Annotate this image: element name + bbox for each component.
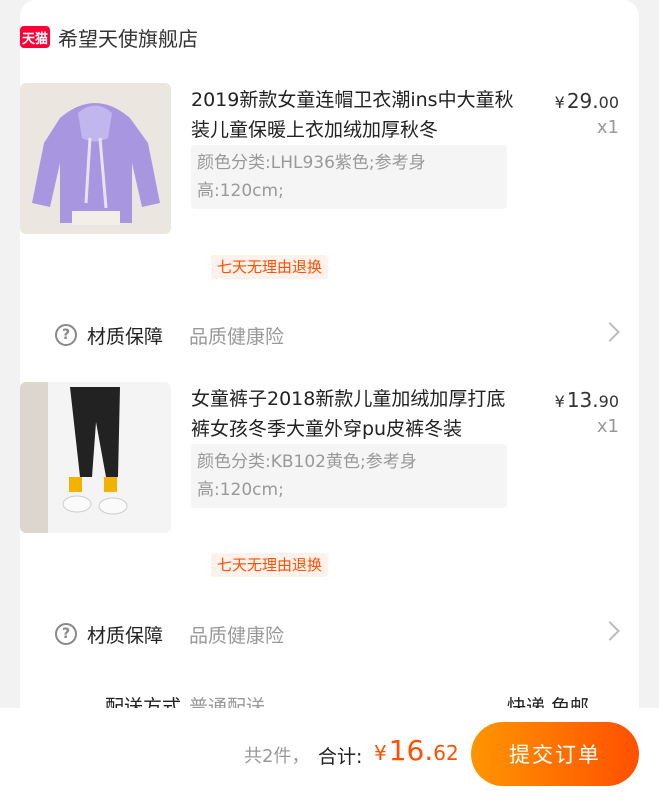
service-row-material[interactable]: ? 材质保障 品质健康险 <box>20 614 620 654</box>
product-sku: 颜色分类:KB102黄色;参考身高:120cm; <box>191 444 507 508</box>
currency-symbol: ¥ <box>554 93 565 112</box>
product-item[interactable]: 女童裤子2018新款儿童加绒加厚打底裤女孩冬季大童外穿pu皮裤冬装 ¥13.90… <box>20 382 619 542</box>
price-decimal: 90 <box>598 392 619 411</box>
chevron-right-icon <box>600 322 620 342</box>
item-count: 共2件， <box>244 746 310 767</box>
total-label: 合计: <box>318 746 363 768</box>
currency-symbol: ¥ <box>554 392 565 411</box>
product-sku: 颜色分类:LHL936紫色;参考身高:120cm; <box>191 145 507 209</box>
product-title[interactable]: 女童裤子2018新款儿童加绒加厚打底裤女孩冬季大童外穿pu皮裤冬装 <box>191 384 521 444</box>
product-price: ¥29.00 <box>555 89 619 113</box>
tmall-logo-icon: 天猫 <box>20 26 50 48</box>
product-item[interactable]: 2019新款女童连帽卫衣潮ins中大童秋装儿童保暖上衣加绒加厚秋冬 ¥29.00… <box>20 83 619 243</box>
total-decimal: 62 <box>433 741 459 765</box>
question-icon[interactable]: ? <box>55 623 77 645</box>
service-label: 材质保障 <box>87 325 164 348</box>
price-integer: 29. <box>566 89 599 113</box>
total-amount: ¥16.62 <box>374 734 459 767</box>
product-quantity: x1 <box>596 117 619 138</box>
product-image-pants[interactable] <box>20 382 171 533</box>
currency-symbol: ¥ <box>374 741 387 765</box>
checkout-bar: 共2件， 合计: ¥16.62 提交订单 <box>0 708 659 800</box>
submit-order-button[interactable]: 提交订单 <box>471 722 639 786</box>
product-title[interactable]: 2019新款女童连帽卫衣潮ins中大童秋装儿童保暖上衣加绒加厚秋冬 <box>191 85 521 145</box>
return-policy-tag: 七天无理由退换 <box>211 553 329 577</box>
shop-name: 希望天使旗舰店 <box>58 26 198 51</box>
shop-header[interactable]: 天猫 希望天使旗舰店 <box>20 22 198 52</box>
service-value: 品质健康险 <box>189 624 285 647</box>
return-policy-tag: 七天无理由退换 <box>211 255 329 279</box>
service-label: 材质保障 <box>87 624 164 647</box>
chevron-right-icon <box>600 621 620 641</box>
product-price: ¥13.90 <box>555 388 619 412</box>
product-image-hoodie[interactable] <box>20 83 171 234</box>
service-row-material[interactable]: ? 材质保障 品质健康险 <box>20 315 620 355</box>
order-confirm-page: 天猫 希望天使旗舰店 2019新款女童连帽卫衣潮ins中大童秋装儿童保暖上衣加绒… <box>0 0 659 800</box>
product-quantity: x1 <box>596 416 619 437</box>
service-value: 品质健康险 <box>189 325 285 348</box>
total-integer: 16. <box>388 734 434 767</box>
question-icon[interactable]: ? <box>55 324 77 346</box>
price-integer: 13. <box>566 388 599 412</box>
price-decimal: 00 <box>598 93 619 112</box>
